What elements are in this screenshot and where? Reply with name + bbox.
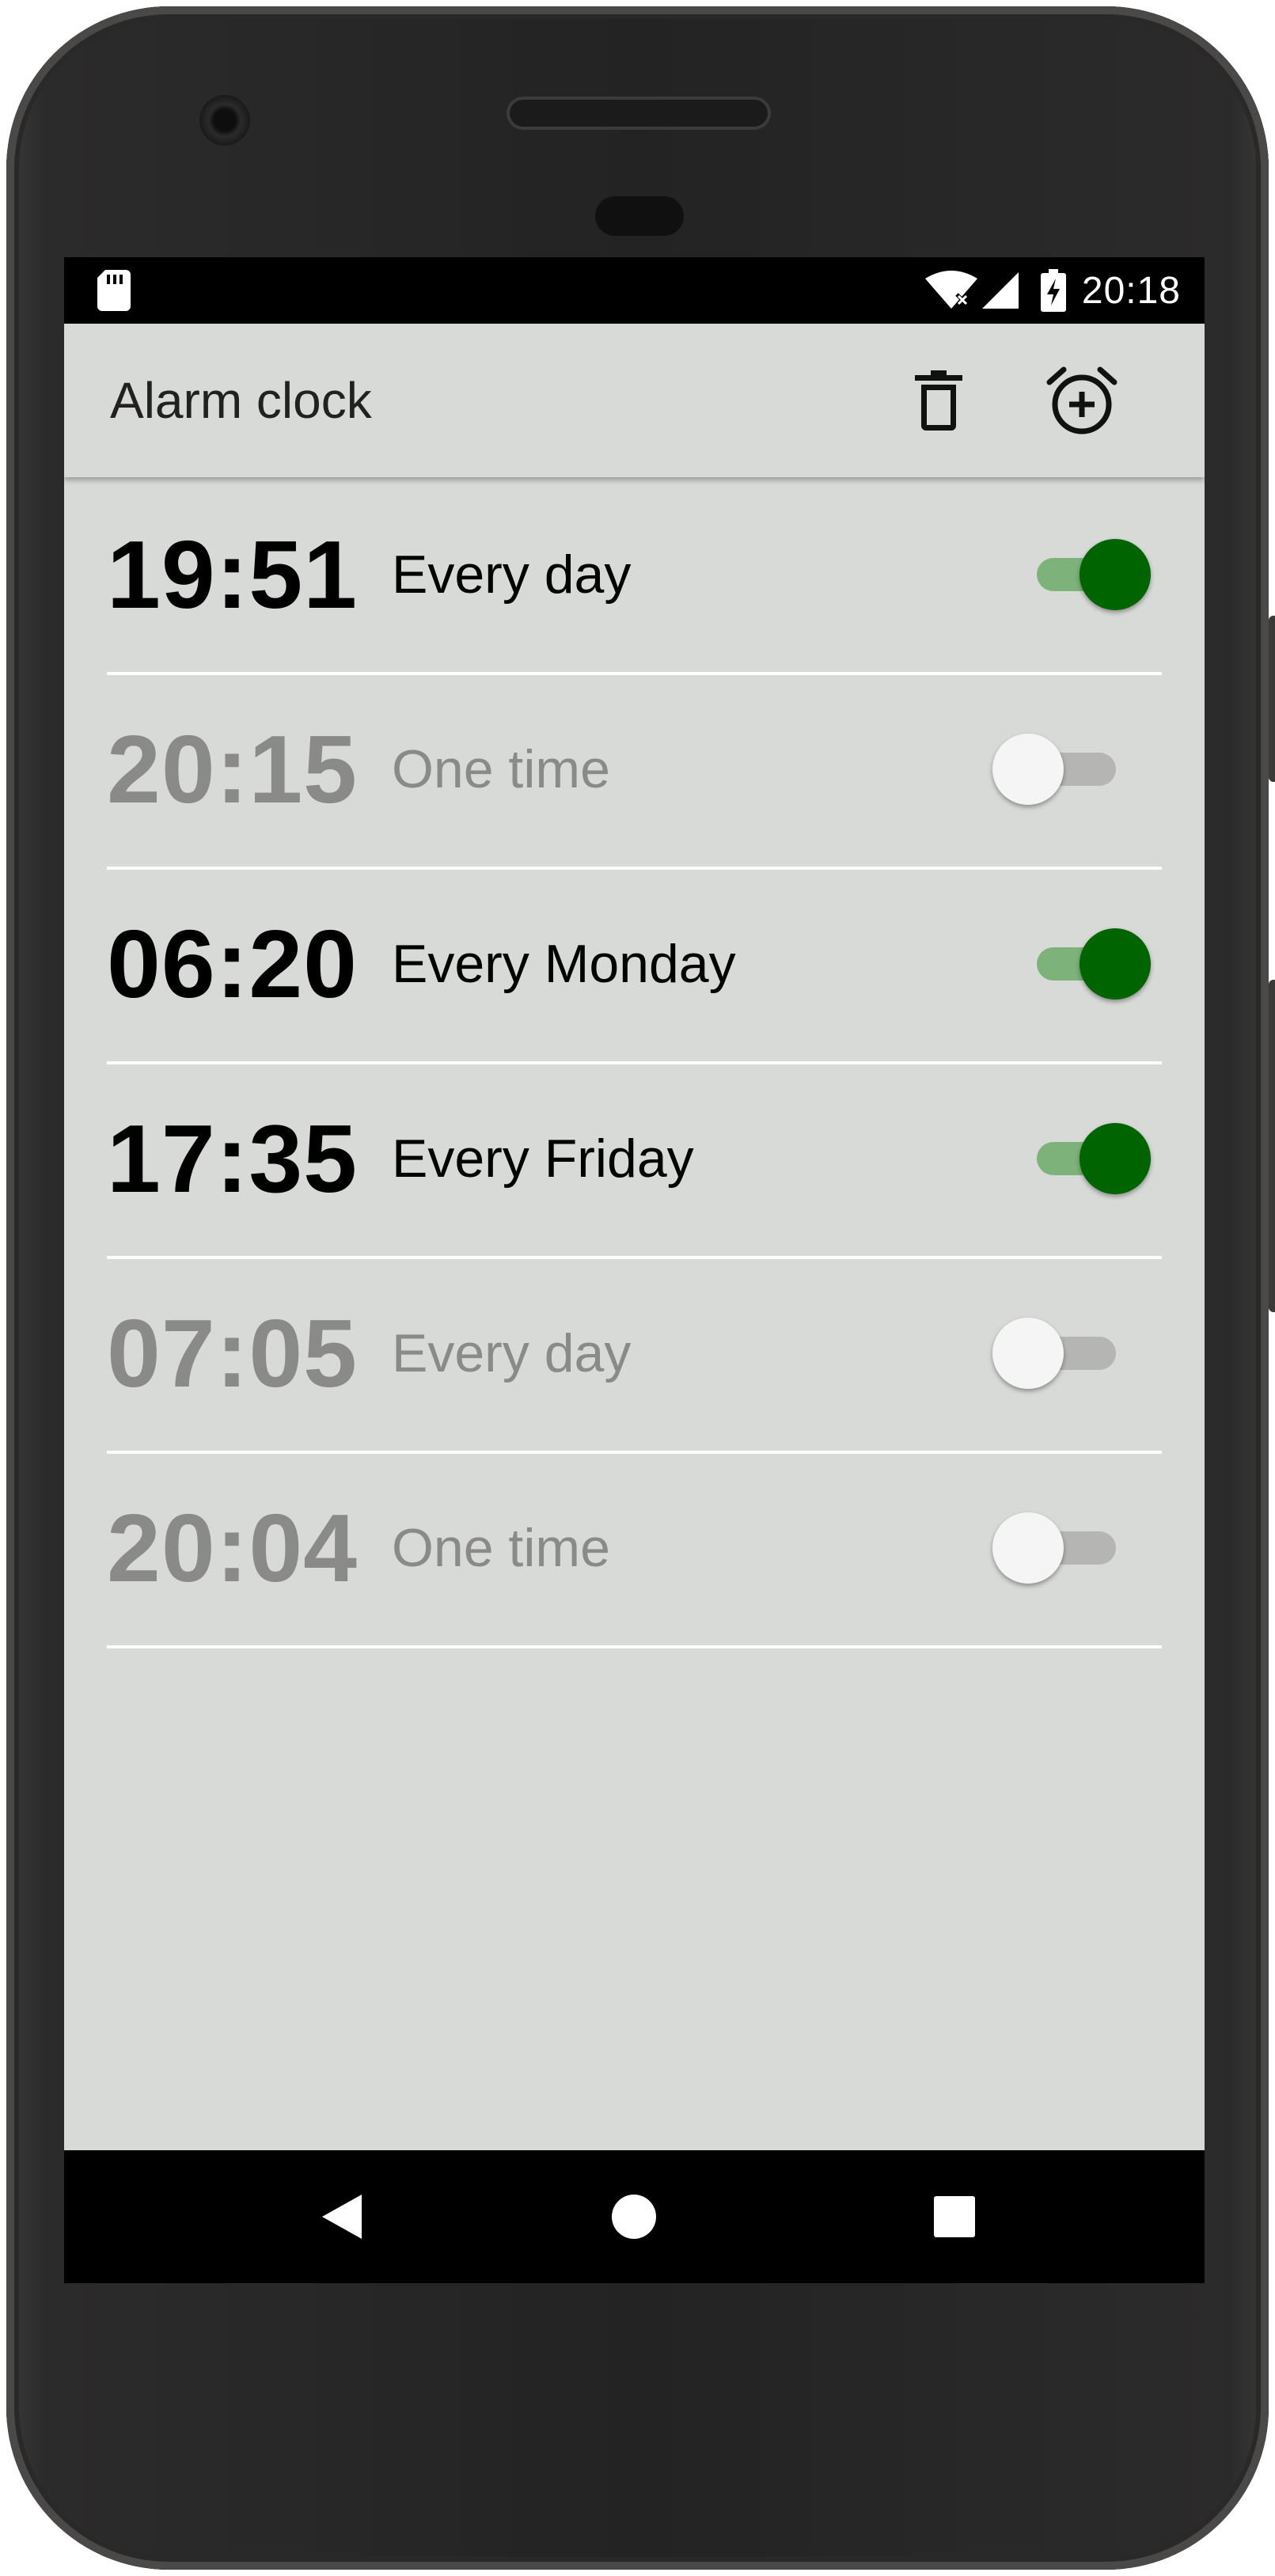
status-time: 20:18 (1081, 269, 1181, 312)
front-camera (199, 95, 250, 146)
page-title: Alarm clock (110, 372, 372, 429)
navigation-bar (64, 2150, 1205, 2283)
alarm-toggle[interactable] (992, 1512, 1151, 1584)
volume-button (1269, 980, 1275, 1312)
alarm-row[interactable]: 06:20 Every Monday (107, 870, 1162, 1064)
status-bar: 20:18 (64, 257, 1205, 324)
app-bar: Alarm clock (64, 324, 1205, 477)
alarm-toggle[interactable] (992, 734, 1151, 805)
alarm-row[interactable]: 20:04 One time (107, 1454, 1162, 1648)
screen: 20:18 Alarm clock 19:51 Every day 20:15 … (64, 257, 1205, 2283)
add-alarm-button[interactable] (1042, 361, 1121, 440)
alarm-toggle[interactable] (1015, 1123, 1151, 1194)
alarm-time: 06:20 (107, 910, 359, 1018)
alarm-time: 19:51 (107, 521, 359, 628)
alarm-list: 19:51 Every day 20:15 One time 06:20 Eve… (64, 480, 1205, 1648)
alarm-repeat: One time (392, 1518, 610, 1578)
alarm-time: 20:04 (107, 1494, 359, 1602)
alarm-repeat: Every day (392, 544, 632, 605)
alarm-repeat: Every Monday (392, 934, 736, 994)
alarm-repeat: One time (392, 739, 610, 799)
alarm-toggle[interactable] (1015, 539, 1151, 610)
earpiece-speaker (510, 100, 768, 127)
alarm-row[interactable]: 17:35 Every Friday (107, 1064, 1162, 1259)
alarm-row[interactable]: 20:15 One time (107, 675, 1162, 870)
delete-icon (915, 370, 962, 431)
recents-icon (934, 2196, 975, 2237)
signal-icon (981, 272, 1019, 309)
back-icon (322, 2195, 362, 2239)
alarm-time: 07:05 (107, 1299, 359, 1407)
add-alarm-icon (1046, 366, 1118, 434)
power-button (1269, 616, 1275, 782)
recents-button[interactable] (915, 2177, 994, 2256)
alarm-row[interactable]: 19:51 Every day (107, 480, 1162, 675)
back-button[interactable] (302, 2177, 381, 2256)
alarm-time: 17:35 (107, 1105, 359, 1212)
home-button[interactable] (594, 2177, 674, 2256)
alarm-time: 20:15 (107, 715, 359, 823)
alarm-row[interactable]: 07:05 Every day (107, 1259, 1162, 1454)
home-icon (612, 2195, 656, 2239)
wifi-icon (924, 271, 977, 309)
delete-button[interactable] (899, 361, 978, 440)
battery-charging-icon (1040, 269, 1066, 312)
alarm-repeat: Every Friday (392, 1129, 694, 1189)
proximity-sensor (595, 196, 684, 236)
alarm-toggle[interactable] (1015, 928, 1151, 1000)
alarm-repeat: Every day (392, 1323, 632, 1383)
sd-card-icon (97, 270, 131, 311)
alarm-toggle[interactable] (992, 1318, 1151, 1389)
